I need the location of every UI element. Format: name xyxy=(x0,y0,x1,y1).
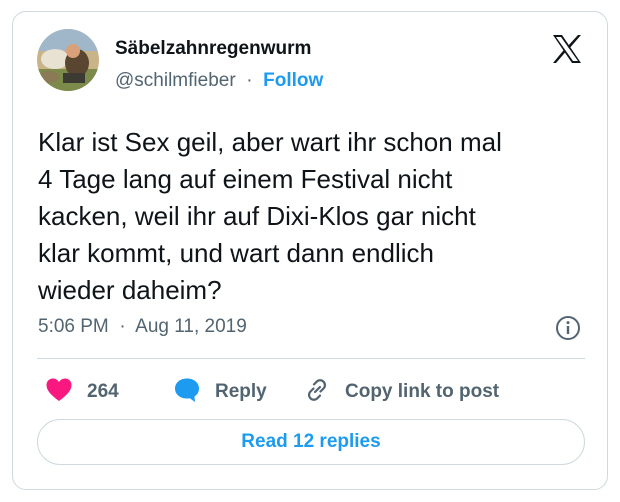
tweet-text-line: klar kommt, und wart dann endlich xyxy=(38,238,434,268)
tweet-text-line: kacken, weil ihr auf Dixi-Klos gar nicht xyxy=(38,201,476,231)
tweet-card: Säbelzahnregenwurm @schilmfieber · Follo… xyxy=(12,11,608,490)
like-button[interactable]: 264 xyxy=(45,372,119,412)
action-bar: 264 Reply Copy link to post xyxy=(37,372,585,412)
avatar-image xyxy=(37,29,99,91)
read-replies-button[interactable]: Read 12 replies xyxy=(37,419,585,465)
link-icon xyxy=(303,376,331,409)
tweet-text-line: wieder daheim? xyxy=(38,275,222,305)
display-name[interactable]: Säbelzahnregenwurm xyxy=(115,38,311,60)
separator-dot: · xyxy=(240,70,258,91)
copy-link-label: Copy link to post xyxy=(345,381,500,402)
tweet-text-line: 4 Tage lang auf einem Festival nicht xyxy=(38,164,453,194)
divider xyxy=(37,358,585,359)
reply-label: Reply xyxy=(215,381,267,402)
timestamp[interactable]: 5:06 PM · Aug 11, 2019 xyxy=(38,316,247,338)
tweet-time: 5:06 PM xyxy=(38,316,109,337)
tweet-text: Klar ist Sex geil, aber wart ihr schon m… xyxy=(38,124,593,309)
avatar[interactable] xyxy=(37,29,99,91)
follow-link[interactable]: Follow xyxy=(263,70,323,91)
reply-button[interactable]: Reply xyxy=(173,372,267,412)
separator-dot: · xyxy=(114,316,131,337)
info-icon[interactable] xyxy=(554,314,582,342)
copy-link-button[interactable]: Copy link to post xyxy=(303,372,499,412)
heart-icon xyxy=(45,377,73,408)
x-logo-icon[interactable] xyxy=(551,33,583,65)
handle-row: @schilmfieber · Follow xyxy=(115,70,323,92)
speech-bubble-icon xyxy=(173,376,201,409)
user-handle[interactable]: @schilmfieber xyxy=(115,70,236,91)
tweet-date: Aug 11, 2019 xyxy=(135,316,247,337)
tweet-text-line: Klar ist Sex geil, aber wart ihr schon m… xyxy=(38,127,502,157)
like-count: 264 xyxy=(87,381,119,402)
